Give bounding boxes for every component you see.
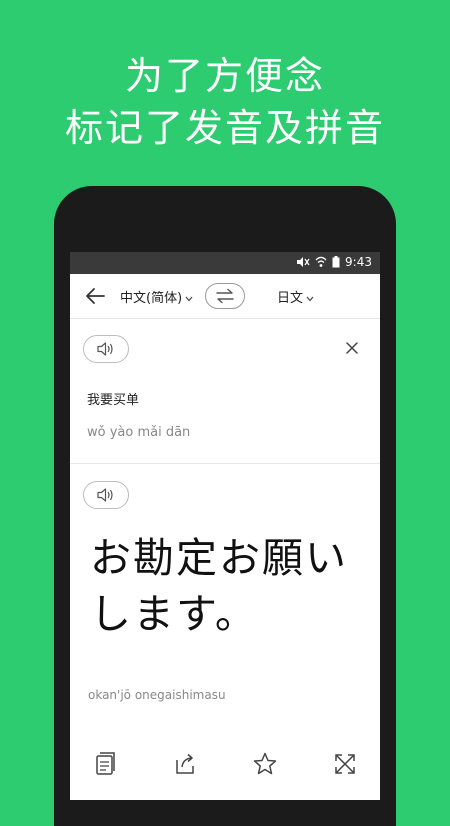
back-arrow-icon[interactable] bbox=[84, 286, 106, 306]
swap-languages-button[interactable] bbox=[205, 283, 245, 309]
speaker-icon bbox=[97, 488, 113, 502]
source-language-label: 中文(简体) bbox=[120, 291, 183, 306]
translator-toolbar: 中文(简体) 日文 bbox=[70, 274, 380, 319]
status-bar: 9:43 bbox=[70, 252, 380, 274]
source-text: 我要买单 bbox=[87, 393, 140, 408]
copy-icon[interactable] bbox=[92, 750, 120, 778]
source-speak-button[interactable] bbox=[83, 335, 129, 363]
source-panel: 我要买单 wǒ yào mǎi dān bbox=[70, 319, 380, 464]
status-time: 9:43 bbox=[345, 255, 372, 269]
headline-line-1: 为了方便念 bbox=[124, 54, 325, 98]
wifi-icon bbox=[315, 256, 327, 267]
fullscreen-icon[interactable] bbox=[331, 750, 359, 778]
source-pinyin: wǒ yào mǎi dān bbox=[87, 425, 191, 440]
battery-icon bbox=[332, 256, 340, 268]
chevron-down-icon bbox=[306, 296, 314, 302]
target-language-selector[interactable]: 日文 bbox=[277, 287, 314, 306]
headline-line-2: 标记了发音及拼音 bbox=[64, 106, 385, 150]
source-language-selector[interactable]: 中文(简体) bbox=[120, 287, 193, 306]
translation-romaji: okan'jō onegaishimasu bbox=[88, 688, 226, 702]
speaker-icon bbox=[97, 342, 113, 356]
swap-icon bbox=[216, 288, 234, 304]
share-icon[interactable] bbox=[171, 750, 199, 778]
translation-text: お勘定お願いします。 bbox=[90, 534, 348, 638]
promo-headline: 为了方便念 标记了发音及拼音 bbox=[0, 50, 450, 154]
mute-icon bbox=[297, 257, 310, 267]
target-language-label: 日文 bbox=[277, 291, 304, 306]
result-speak-button[interactable] bbox=[83, 481, 129, 509]
result-panel: お勘定お願いします。 okan'jō onegaishimasu bbox=[70, 464, 380, 734]
chevron-down-icon bbox=[185, 296, 193, 302]
action-bar bbox=[70, 750, 380, 790]
star-icon[interactable] bbox=[251, 750, 279, 778]
status-icons: 9:43 bbox=[296, 255, 372, 269]
close-icon[interactable] bbox=[344, 340, 360, 356]
app-screen: 9:43 中文(简体) 日文 我要买单 wǒ yào mǎi dān お勘定お願… bbox=[70, 252, 380, 800]
